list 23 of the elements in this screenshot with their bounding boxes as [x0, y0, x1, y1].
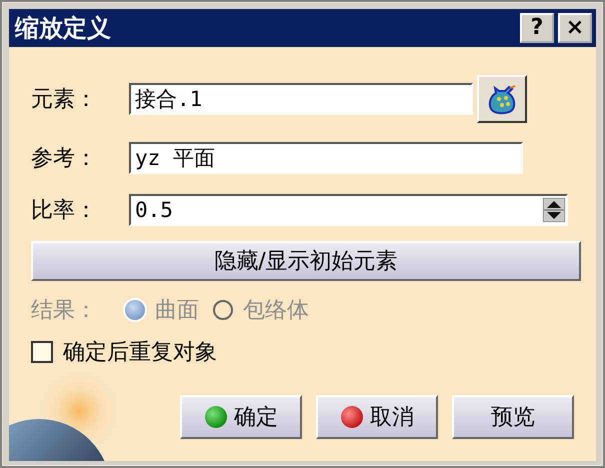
radio-label: 包络体	[243, 297, 309, 325]
close-button[interactable]: ×	[558, 13, 592, 43]
help-button[interactable]: ?	[520, 13, 554, 43]
checkbox-label: 确定后重复对象	[63, 339, 217, 367]
field-label: 元素：	[31, 86, 98, 114]
field-label: 比率：	[31, 197, 98, 225]
toggle-button[interactable]: 隐藏/显示初始元素	[31, 241, 581, 281]
radio-label: 曲面	[155, 297, 199, 325]
input-field[interactable]: 接合.1	[129, 83, 473, 115]
selection-button[interactable]	[477, 75, 527, 123]
spinner-arrows-icon	[543, 198, 565, 222]
preview-button[interactable]: 预览	[452, 395, 574, 439]
input-field[interactable]: yz 平面	[129, 142, 523, 174]
spinner-field[interactable]: 0.5	[129, 194, 568, 226]
ok-button[interactable]: 确定	[180, 395, 302, 439]
window-title: 缩放定义	[15, 13, 111, 44]
field-label: 参考：	[31, 145, 98, 173]
checkbox[interactable]	[31, 341, 53, 363]
result-label: 结果：	[31, 297, 98, 325]
ball-icon	[340, 405, 364, 429]
cancel-button[interactable]: 取消	[316, 395, 438, 439]
bag-icon	[486, 83, 518, 115]
ball-icon	[204, 405, 228, 429]
